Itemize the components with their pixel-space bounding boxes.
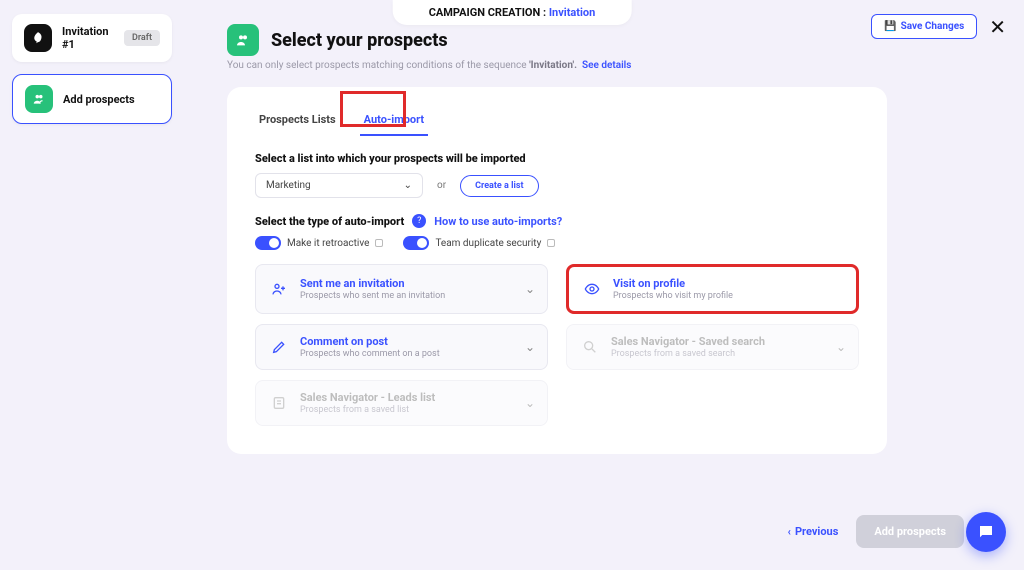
prospects-icon: [25, 85, 53, 113]
list-select[interactable]: Marketing ⌄: [255, 173, 423, 198]
pencil-icon: [268, 336, 290, 358]
chevron-left-icon: ‹: [788, 525, 791, 538]
option-leads-list: Sales Navigator - Leads list Prospects f…: [255, 380, 548, 426]
campaign-title: Invitation #1: [62, 25, 114, 51]
sidebar-item-campaign[interactable]: Invitation #1 Draft: [12, 14, 172, 62]
page-subtitle: You can only select prospects matching c…: [227, 60, 1006, 71]
search-icon: [579, 336, 601, 358]
option-comment-post[interactable]: Comment on post Prospects who comment on…: [255, 324, 548, 370]
option-saved-search: Sales Navigator - Saved search Prospects…: [566, 324, 859, 370]
campaign-icon: [24, 24, 52, 52]
sidebar: Invitation #1 Draft Add prospects: [12, 14, 172, 136]
eye-icon: [581, 278, 603, 300]
list-select-value: Marketing: [266, 180, 311, 191]
option-visit-profile[interactable]: Visit on profile Prospects who visit my …: [566, 264, 859, 314]
note-icon: [268, 392, 290, 414]
info-icon: [547, 239, 555, 247]
chevron-down-icon: ⌄: [525, 396, 535, 410]
option-sent-invitation[interactable]: Sent me an invitation Prospects who sent…: [255, 264, 548, 314]
chevron-down-icon: ⌄: [525, 282, 535, 296]
previous-button[interactable]: ‹ Previous: [788, 525, 839, 538]
chevron-down-icon: ⌄: [525, 340, 535, 354]
main-card: Prospects Lists Auto-import Select a lis…: [227, 87, 887, 454]
info-icon: [375, 239, 383, 247]
tab-auto-import[interactable]: Auto-import: [360, 103, 428, 136]
prospects-title: Add prospects: [63, 93, 159, 106]
info-icon: ?: [412, 214, 426, 228]
type-label: Select the type of auto-import: [255, 215, 404, 228]
person-plus-icon: [268, 278, 290, 300]
chat-bubble-button[interactable]: [966, 512, 1006, 552]
create-list-button[interactable]: Create a list: [460, 175, 538, 197]
help-link[interactable]: How to use auto-imports?: [434, 215, 562, 228]
see-details-link[interactable]: See details: [582, 60, 631, 71]
add-prospects-button[interactable]: Add prospects: [856, 515, 964, 548]
status-badge: Draft: [124, 30, 160, 46]
page-title: Select your prospects: [271, 30, 448, 51]
section-icon: [227, 24, 259, 56]
chevron-down-icon: ⌄: [836, 340, 846, 354]
list-label: Select a list into which your prospects …: [255, 152, 859, 165]
chat-icon: [977, 523, 995, 541]
chevron-down-icon: ⌄: [404, 180, 412, 191]
toggle-team-duplicate[interactable]: Team duplicate security: [403, 236, 555, 250]
tab-prospects-lists[interactable]: Prospects Lists: [255, 103, 340, 136]
tabs: Prospects Lists Auto-import: [255, 97, 859, 136]
toggle-retroactive[interactable]: Make it retroactive: [255, 236, 383, 250]
sidebar-item-add-prospects[interactable]: Add prospects: [12, 74, 172, 124]
or-label: or: [437, 180, 446, 191]
